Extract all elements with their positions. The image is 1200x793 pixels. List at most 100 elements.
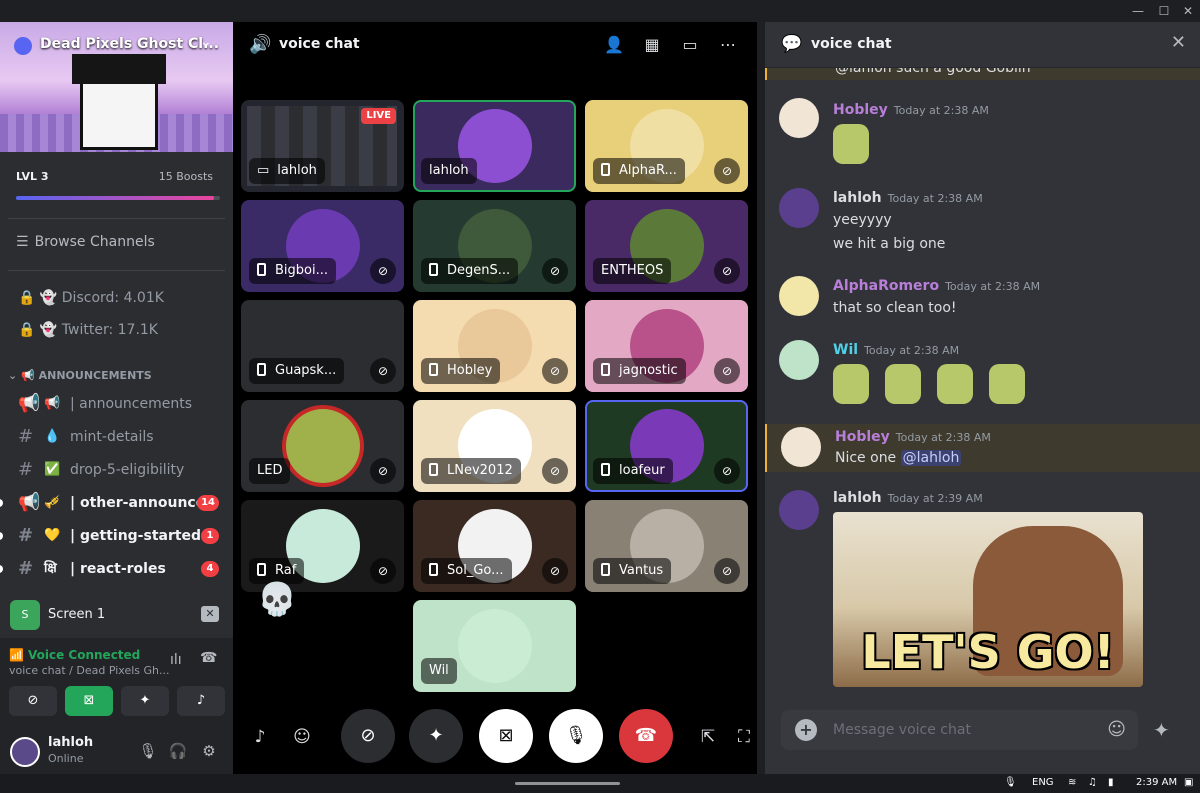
channel-react-roles[interactable]: # क्षि | react-roles 4 xyxy=(0,555,233,583)
message-mentioned[interactable]: Hobley Today at 2:38 AM Nice one @lahloh xyxy=(765,424,1200,472)
home-indicator[interactable] xyxy=(515,782,620,785)
message-author[interactable]: Hobley Today at 2:38 AM xyxy=(835,429,991,445)
headphones-icon[interactable]: 🎧 xyxy=(167,740,189,762)
volume-icon[interactable]: ♫ xyxy=(1088,777,1097,788)
participant-tile[interactable]: LNev2012 ⊘ xyxy=(413,400,576,492)
avatar[interactable] xyxy=(779,490,819,530)
apps-icon[interactable]: ✦ xyxy=(1153,718,1170,742)
server-banner[interactable]: Dead Pixels Ghost Cl... ⌄ xyxy=(0,22,233,152)
gear-icon[interactable]: ⚙ xyxy=(198,740,220,762)
fullscreen-icon[interactable]: ⛶ xyxy=(731,724,757,750)
participant-tile[interactable]: ENTHEOS ⊘ xyxy=(585,200,748,292)
participant-tile[interactable]: Sol_Go... ⊘ xyxy=(413,500,576,592)
message-author[interactable]: lahloh Today at 2:38 AM xyxy=(833,190,983,206)
message-author[interactable]: Wil Today at 2:38 AM xyxy=(833,342,959,358)
camera-off-icon: ⊘ xyxy=(360,725,376,746)
emoji-picker-icon[interactable]: ☺ xyxy=(1107,719,1126,740)
message-input[interactable]: Message voice chat xyxy=(833,722,971,738)
stop-stream-icon[interactable]: ✕ xyxy=(201,606,219,622)
participant-tile[interactable]: DegenS... ⊘ xyxy=(413,200,576,292)
stat-twitter[interactable]: 🔒 👻 Twitter: 17.1K xyxy=(18,322,158,338)
message[interactable]: lahloh Today at 2:38 AM yeeyyyy we hit a … xyxy=(765,184,1200,254)
avatar[interactable] xyxy=(779,276,819,316)
avatar[interactable] xyxy=(779,188,819,228)
disconnect-button[interactable]: ☎ xyxy=(619,709,673,763)
participant-tile[interactable]: jagnostic ⊘ xyxy=(585,300,748,392)
microphone-icon[interactable]: 🎙 xyxy=(137,740,159,762)
avatar[interactable] xyxy=(779,98,819,138)
message-author[interactable]: AlphaRomero Today at 2:38 AM xyxy=(833,278,1040,294)
participant-tile[interactable]: Raf ⊘ xyxy=(241,500,404,592)
message[interactable]: Wil Today at 2:38 AM xyxy=(765,338,1200,410)
microphone-icon[interactable]: 🎙 xyxy=(1004,777,1017,788)
category-announcements[interactable]: ⌄ 📢 ANNOUNCEMENTS xyxy=(8,369,152,382)
add-user-icon[interactable]: 👤 xyxy=(601,32,627,58)
activities-button[interactable]: ✦ xyxy=(409,709,463,763)
popout-icon[interactable]: ⇱ xyxy=(695,724,721,750)
mute-toggle-button[interactable]: 🎙 xyxy=(549,709,603,763)
channel-other-announce[interactable]: 📢 🎺 | other-announce 14 xyxy=(0,489,233,517)
inbox-icon[interactable]: ▭ xyxy=(677,32,703,58)
participant-tile[interactable]: AlphaR... ⊘ xyxy=(585,100,748,192)
participant-tile[interactable]: Wil xyxy=(413,600,576,692)
voice-location[interactable]: voice chat / Dead Pixels Gh... xyxy=(9,664,170,677)
battery-icon[interactable]: ▮ xyxy=(1108,777,1114,788)
noise-suppression-icon[interactable]: ılı xyxy=(170,652,182,668)
stream-toggle-button[interactable]: ⊠ xyxy=(479,709,533,763)
participant-tile[interactable]: Hobley ⊘ xyxy=(413,300,576,392)
participant-tile[interactable]: Guapsk... ⊘ xyxy=(241,300,404,392)
message[interactable]: lahloh Today at 2:39 AM LET'S GO! xyxy=(765,486,1200,706)
emoji-icon[interactable]: ☺ xyxy=(289,724,315,750)
clock[interactable]: 2:39 AM xyxy=(1136,777,1177,788)
signal-icon[interactable]: 📶 xyxy=(9,648,24,662)
boost-count[interactable]: 15 Boosts xyxy=(159,170,213,183)
message[interactable]: Hobley Today at 2:38 AM xyxy=(765,94,1200,172)
chevron-down-icon[interactable]: ⌄ xyxy=(200,34,212,50)
soundboard-icon[interactable]: ♪ xyxy=(247,724,273,750)
more-options-icon[interactable]: ⋯ xyxy=(715,32,741,58)
soundboard-button[interactable]: ♪ xyxy=(177,686,225,716)
message-author[interactable]: Hobley Today at 2:38 AM xyxy=(833,102,989,118)
participant-tile[interactable]: loafeur ⊘ xyxy=(585,400,748,492)
category-label: ANNOUNCEMENTS xyxy=(38,369,152,382)
close-icon[interactable]: ✕ xyxy=(1171,32,1186,53)
add-attachment-icon[interactable]: + xyxy=(795,719,817,741)
language-indicator[interactable]: ENG xyxy=(1032,777,1054,788)
message[interactable]: AlphaRomero Today at 2:38 AM that so clea… xyxy=(765,274,1200,324)
avatar[interactable] xyxy=(781,427,821,467)
channel-drop-5-eligibility[interactable]: # ✅ drop-5-eligibility xyxy=(0,456,233,484)
channel-announcements[interactable]: 📢 📢 | announcements xyxy=(0,390,233,418)
username[interactable]: lahloh xyxy=(48,735,93,750)
participant-tile[interactable]: lahloh xyxy=(413,100,576,192)
grid-layout-icon[interactable]: ▦ xyxy=(639,32,665,58)
voice-status[interactable]: Voice Connected xyxy=(28,648,140,662)
participant-tile[interactable]: Vantus ⊘ xyxy=(585,500,748,592)
participant-tile[interactable]: Bigboi... ⊘ xyxy=(241,200,404,292)
activities-button[interactable]: ✦ xyxy=(121,686,169,716)
disconnect-icon[interactable]: ☎ xyxy=(200,650,217,666)
channel-mint-details[interactable]: # 💧 mint-details xyxy=(0,423,233,451)
stream-button[interactable]: ⊠ xyxy=(65,686,113,716)
participant-tile-stream[interactable]: LIVE ▭ lahloh xyxy=(241,100,404,192)
participant-tile[interactable]: LED ⊘ xyxy=(241,400,404,492)
avatar[interactable] xyxy=(779,340,819,380)
message-composer[interactable]: + Message voice chat ☺ xyxy=(781,710,1138,750)
channel-getting-started[interactable]: # 💛 | getting-started 1 xyxy=(0,522,233,550)
stat-discord[interactable]: 🔒 👻 Discord: 4.01K xyxy=(18,290,164,306)
camera-toggle-button[interactable]: ⊘ xyxy=(341,709,395,763)
camera-off-button[interactable]: ⊘ xyxy=(9,686,57,716)
message-author[interactable]: lahloh Today at 2:39 AM xyxy=(833,490,983,506)
avatar[interactable] xyxy=(10,737,40,767)
screen-share-row[interactable]: S Screen 1 ✕ xyxy=(0,594,233,638)
server-name[interactable]: Dead Pixels Ghost Cl... xyxy=(40,36,219,52)
minimize-button[interactable]: — xyxy=(1126,2,1150,20)
mobile-icon xyxy=(257,363,266,376)
gif-attachment[interactable]: LET'S GO! xyxy=(833,512,1143,687)
maximize-button[interactable]: ☐ xyxy=(1152,2,1176,20)
browse-channels[interactable]: ☰ Browse Channels xyxy=(16,234,155,250)
close-window-button[interactable]: ✕ xyxy=(1176,2,1200,20)
message-partial[interactable]: @lahloh such a good Goblin xyxy=(765,68,1200,80)
wifi-icon[interactable]: ≋ xyxy=(1068,777,1076,788)
notification-icon[interactable]: ▣ xyxy=(1184,777,1193,788)
user-mention[interactable]: @lahloh xyxy=(900,450,962,466)
